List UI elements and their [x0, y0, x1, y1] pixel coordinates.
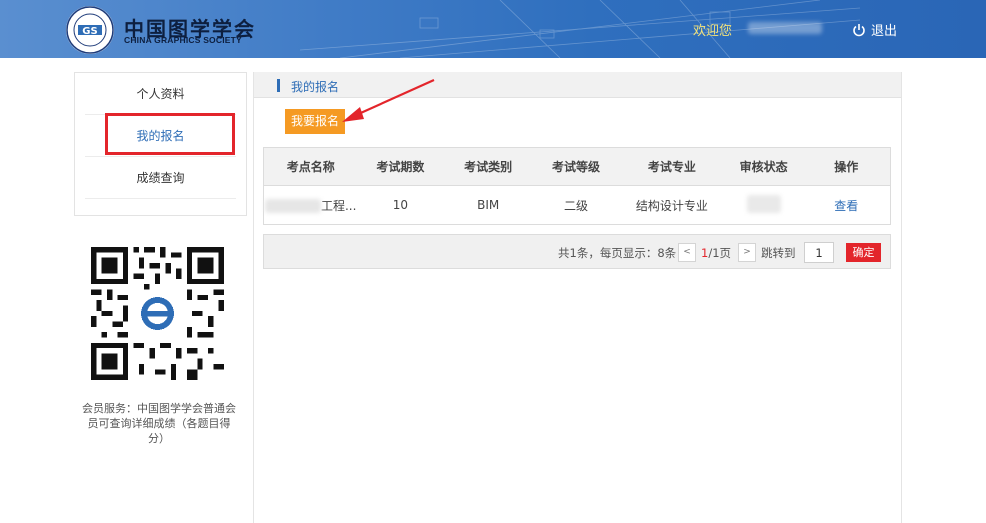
site-name-redacted — [264, 199, 321, 213]
sidebar-item-profile[interactable]: 个人资料 — [85, 73, 236, 115]
site-name-text: 工程... — [320, 198, 357, 213]
col-status: 审核状态 — [724, 147, 803, 186]
content-divider-right — [901, 72, 902, 523]
col-major: 考试专业 — [618, 147, 725, 186]
view-link[interactable]: 查看 — [834, 199, 858, 213]
prev-page-button[interactable]: < — [678, 243, 696, 262]
cell-level: 二级 — [533, 185, 619, 225]
section-marker — [277, 79, 280, 92]
content-divider-left — [253, 72, 254, 523]
cell-period: 10 — [357, 185, 444, 225]
pager-summary: 共1条，每页显示：8条 — [558, 246, 677, 260]
username-redacted — [748, 22, 822, 34]
total-pages: /1页 — [708, 246, 732, 260]
col-action: 操作 — [802, 147, 891, 186]
col-period: 考试期数 — [357, 147, 444, 186]
jump-page-input[interactable] — [804, 242, 834, 263]
power-icon — [853, 23, 865, 36]
registration-table: 考点名称 考试期数 考试类别 考试等级 考试专业 审核状态 操作 工程... 1… — [263, 147, 891, 225]
org-name-en: CHINA GRAPHICS SOCIETY — [124, 35, 242, 45]
cell-action: 查看 — [802, 185, 891, 225]
logo-emblem-icon: GS — [66, 6, 114, 54]
col-level: 考试等级 — [533, 147, 619, 186]
sidebar-item-score-query[interactable]: 成绩查询 — [85, 157, 236, 199]
jump-label: 跳转到 — [761, 246, 796, 260]
logout-label: 退出 — [871, 24, 898, 39]
status-redacted — [746, 194, 781, 213]
logout-button[interactable]: 退出 — [852, 20, 897, 39]
cell-status — [724, 185, 803, 225]
table-header-row: 考点名称 考试期数 考试类别 考试等级 考试专业 审核状态 操作 — [263, 147, 891, 186]
table-row: 工程... 10 BIM 二级 结构设计专业 查看 — [263, 185, 891, 225]
pagination-bar: 共1条，每页显示：8条 < 1/1页 > 跳转到 确定 — [263, 234, 891, 269]
next-page-button[interactable]: > — [738, 243, 756, 262]
col-site: 考点名称 — [263, 147, 358, 186]
cell-site: 工程... — [263, 185, 358, 225]
qr-code-icon — [91, 247, 224, 380]
cell-category: BIM — [443, 185, 534, 225]
annotation-highlight-box — [105, 113, 235, 155]
page-info: 1/1页 — [701, 245, 731, 261]
welcome-text: 欢迎您 — [693, 24, 733, 39]
svg-text:GS: GS — [82, 26, 97, 37]
confirm-jump-button[interactable]: 确定 — [846, 243, 881, 262]
qr-caption: 会员服务：中国图学学会普通会员可查询详细成绩（各题目得分） — [82, 402, 236, 445]
cell-major: 结构设计专业 — [618, 185, 725, 225]
annotation-arrow-icon — [342, 78, 435, 122]
top-header: GS 中国图学学会 CHINA GRAPHICS SOCIETY 欢迎您 退出 — [0, 0, 986, 58]
col-category: 考试类别 — [443, 147, 534, 186]
